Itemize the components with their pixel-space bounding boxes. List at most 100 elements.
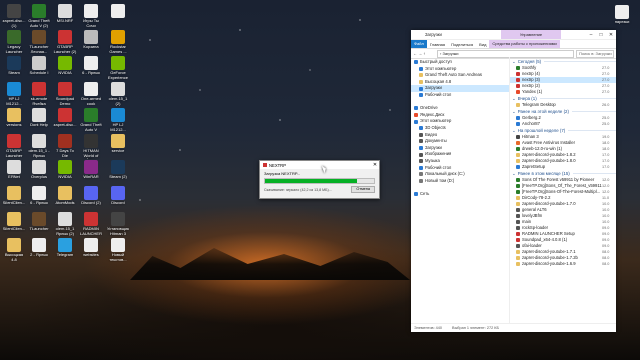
desktop-icon[interactable]: SilentClien... <box>2 186 26 206</box>
desktop-icon[interactable]: Overplus <box>27 160 51 180</box>
download-dialog[interactable]: NEXTRP ✕ Загрузка NEXTRP... Скачивание: … <box>259 160 380 199</box>
tab-share[interactable]: Поделиться <box>448 42 476 47</box>
desktop-icon[interactable]: Telegram <box>53 238 77 258</box>
file-group-header[interactable]: ⌄ Ранее в этом месяце (15) <box>510 170 616 177</box>
desktop-icon[interactable]: Установщик Hitman 3 <box>106 212 130 236</box>
desktop-icon[interactable]: olem.15_1 (2) <box>106 82 130 106</box>
nav-item[interactable]: Grand Theft Auto San Andreas <box>411 72 509 79</box>
nav-item[interactable]: Локальный диск (C:) <box>411 171 509 178</box>
desktop-icon[interactable]: olem.15_1 - Ярлык <box>27 134 51 158</box>
desktop-icon[interactable]: SilentClien... <box>2 212 26 232</box>
desktop-icon[interactable]: olem.15_1 Ярлык (2) <box>53 212 77 236</box>
desktop-icon[interactable]: NVIDIA <box>53 56 77 76</box>
close-icon[interactable]: ✕ <box>371 162 379 168</box>
maximize-icon[interactable]: □ <box>596 32 606 38</box>
explorer-window[interactable]: Загрузки Управление – □ ✕ Файл Главная П… <box>411 30 616 332</box>
nav-item[interactable]: Музыка <box>411 158 509 165</box>
desktop-icon[interactable]: zapret-disc... (1) <box>2 4 26 28</box>
tab-home[interactable]: Главная <box>427 42 448 47</box>
desktop-icon[interactable]: Schedule I <box>27 56 51 76</box>
desktop-icon[interactable]: Высоцкая 4.8 <box>2 238 26 262</box>
desktop-icon[interactable]: 6 - Ярлык <box>27 186 51 206</box>
desktop-icon[interactable]: 6 - Ярлык <box>79 56 103 76</box>
desktop-icon[interactable]: Dont Help <box>27 108 51 128</box>
desktop-icon[interactable]: Новый текстов... <box>106 238 130 262</box>
tab-file[interactable]: Файл <box>411 40 427 48</box>
desktop-icon[interactable]: GTA5RP Launcher <box>2 134 26 158</box>
desktop-icon[interactable]: Игры Ты Сочи <box>79 4 103 28</box>
nav-item[interactable]: Рабочий стол <box>411 92 509 99</box>
desktop-icon[interactable]: RADMIN LAUNCHER <box>79 212 103 236</box>
desktop-icon[interactable]: zapret-disc... <box>53 108 77 128</box>
nav-item[interactable]: Сеть <box>411 191 509 198</box>
nav-item[interactable]: Новый том (D:) <box>411 178 509 185</box>
desktop-icon[interactable]: TLauncher Лесная... <box>27 30 51 54</box>
selection-info: Выбран 1 элемент: 272 КБ <box>452 326 499 330</box>
close-icon[interactable]: ✕ <box>606 32 616 38</box>
desktop-icon[interactable]: AtomMods <box>53 186 77 206</box>
desktop-icon[interactable]: ЕЯNet <box>2 160 26 180</box>
desktop-icon[interactable]: MSI.NRF <box>53 4 77 24</box>
nav-item[interactable]: Изображения <box>411 151 509 158</box>
chevron-down-icon[interactable]: ⌄ <box>512 170 516 177</box>
file-group-header[interactable]: ⌄ Вчера (1) <box>510 95 616 102</box>
desktop-icon[interactable]: versions <box>2 108 26 128</box>
chevron-down-icon[interactable]: ⌄ <box>512 58 516 65</box>
file-group-header[interactable]: ⌄ Сегодня (5) <box>510 58 616 65</box>
desktop-icon[interactable]: websites <box>79 238 103 258</box>
nav-item[interactable]: Яндекс.Диск <box>411 112 509 119</box>
desktop-icon[interactable] <box>106 4 130 19</box>
desktop-icon[interactable]: Grand Theft Auto V <box>79 108 103 132</box>
dialog-titlebar[interactable]: NEXTRP ✕ <box>260 161 379 169</box>
minimize-icon[interactable]: – <box>586 32 596 38</box>
nav-item[interactable]: Этот компьютер <box>411 118 509 125</box>
desktop-icon[interactable]: GTA5RP Launcher (2) <box>53 30 77 54</box>
chevron-down-icon[interactable]: ⌄ <box>512 108 516 115</box>
tab-app-tools[interactable]: Средства работы с приложениями <box>489 40 560 48</box>
nav-item[interactable]: Этот компьютер <box>411 66 509 73</box>
tab-view[interactable]: Вид <box>476 42 489 47</box>
desktop-icon[interactable]: Legacy Launcher <box>2 30 26 54</box>
desktop-icon[interactable]: service <box>106 134 130 154</box>
desktop-icon-label: Telegram <box>56 253 74 257</box>
desktop-icon[interactable]: Steam <box>2 56 26 76</box>
desktop-icon[interactable]: Soundpad Demo <box>53 82 77 106</box>
nav-item[interactable]: Быстрый доступ <box>411 59 509 66</box>
cancel-button[interactable]: Отмена <box>351 186 375 193</box>
desktop-icon[interactable]: Rockstar Games ... <box>106 30 130 54</box>
nav-item[interactable]: Загрузки <box>411 85 509 92</box>
desktop-icon[interactable]: Корзина <box>79 30 103 50</box>
desktop-icon[interactable]: NVIDIA <box>53 160 77 180</box>
desktop-icon[interactable]: HP LJ M1212... <box>2 82 26 106</box>
desktop-icon[interactable]: HP LJ M1212... <box>106 108 130 132</box>
nav-item[interactable]: OneDrive <box>411 105 509 112</box>
desktop-icon[interactable]: GeForce Experience <box>106 56 130 80</box>
desktop-icon[interactable]: Discord <box>106 186 130 206</box>
nav-item[interactable]: Документы <box>411 138 509 145</box>
desktop-icon[interactable]: Steam (2) <box>106 160 130 180</box>
desktop-icon[interactable]: WinRAR <box>79 160 103 180</box>
file-group-header[interactable]: ⌄ Ранее на этой неделе (2) <box>510 108 616 115</box>
nav-item[interactable]: Высоцкая 4.8 <box>411 79 509 86</box>
chevron-down-icon[interactable]: ⌄ <box>512 127 516 134</box>
desktop-icon-нарезки[interactable]: нарезки <box>610 5 634 25</box>
desktop-icon[interactable]: One-armed cook <box>79 82 103 106</box>
desktop-icon-label: Steam (2) <box>109 175 127 179</box>
file-group-header[interactable]: ⌄ На прошлой неделе (7) <box>510 127 616 134</box>
desktop-icon[interactable]: sk-emote Ячейка <box>27 82 51 106</box>
nav-item[interactable]: Загрузки <box>411 145 509 152</box>
desktop-icon[interactable]: HITMAN World of Ass... <box>79 134 103 159</box>
nav-item[interactable]: Рабочий стол <box>411 165 509 172</box>
desktop-icon[interactable]: TLauncher <box>27 212 51 232</box>
chevron-down-icon[interactable]: ⌄ <box>512 95 516 102</box>
nav-item[interactable]: Видео <box>411 132 509 139</box>
desktop-icon[interactable]: Discord (2) <box>79 186 103 206</box>
desktop-icon[interactable]: Grand Theft Auto V (2) <box>27 4 51 28</box>
desktop-icon[interactable]: 7 Days To Die <box>53 134 77 158</box>
desktop-icon[interactable]: 2 - Ярлык <box>27 238 51 258</box>
explorer-titlebar[interactable]: Загрузки Управление – □ ✕ <box>411 30 616 40</box>
nav-item[interactable]: 3D Objects <box>411 125 509 132</box>
tab-manage[interactable]: Управление <box>501 30 561 39</box>
file-row[interactable]: zapret-discord-youtube-1.6.9 08.0 <box>510 261 616 267</box>
nav-arrows-icon[interactable]: ← → ↑ <box>411 51 435 56</box>
